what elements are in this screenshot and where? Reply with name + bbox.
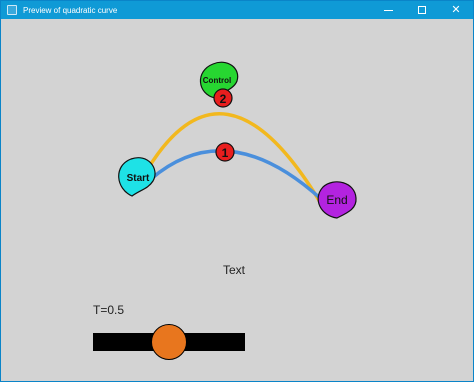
curve-point-marker[interactable]: 1: [215, 142, 235, 162]
control-point-label: 2: [220, 92, 227, 106]
end-marker[interactable]: End: [317, 181, 357, 219]
minimize-icon: [383, 9, 393, 11]
t-value-label: T=0.5: [93, 303, 125, 317]
start-marker[interactable]: Start: [118, 157, 156, 197]
end-label: End: [326, 193, 347, 207]
control-point-marker[interactable]: 2: [213, 88, 233, 108]
start-label: Start: [127, 173, 150, 184]
curve-svg: Control Start End 2 1: [118, 61, 357, 219]
title-bar[interactable]: Preview of quadratic curve ✕: [1, 1, 473, 19]
t-slider[interactable]: [93, 324, 245, 360]
text-label: Text: [223, 263, 246, 277]
control-label: Control: [203, 76, 231, 85]
curve-point-label: 1: [222, 146, 229, 160]
close-button[interactable]: ✕: [439, 1, 473, 19]
control-polyline-curve: [141, 112, 325, 209]
app-window: Preview of quadratic curve ✕ Control Sta…: [0, 0, 474, 382]
quadratic-curve: [149, 149, 323, 201]
drawing-canvas: Control Start End 2 1 Text T=0.5: [1, 19, 473, 381]
window-title: Preview of quadratic curve: [23, 5, 118, 15]
app-icon: [7, 5, 17, 15]
window-controls: ✕: [371, 1, 473, 19]
maximize-icon: [418, 6, 426, 14]
minimize-button[interactable]: [371, 1, 405, 19]
t-slider-knob[interactable]: [151, 324, 187, 360]
maximize-button[interactable]: [405, 1, 439, 19]
close-icon: ✕: [451, 3, 461, 16]
